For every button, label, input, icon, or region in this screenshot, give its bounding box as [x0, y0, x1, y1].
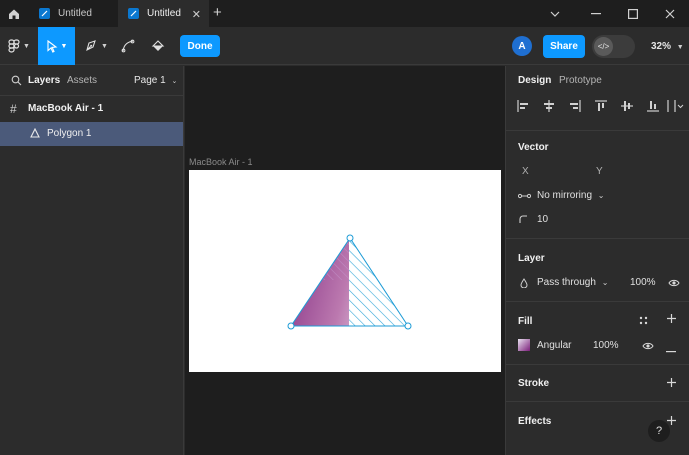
- tab-layers[interactable]: Layers: [28, 75, 60, 86]
- code-icon: </>: [594, 37, 613, 56]
- close-icon[interactable]: ✕: [192, 8, 201, 21]
- main-menu-button[interactable]: ▼: [4, 27, 34, 65]
- new-tab-plus-icon[interactable]: +: [213, 4, 222, 21]
- page-name: Page 1: [134, 75, 166, 86]
- pen-icon: [86, 40, 96, 52]
- section-divider: [506, 130, 689, 131]
- distribute-icon[interactable]: [666, 99, 684, 113]
- align-vertical-center-icon[interactable]: [620, 99, 634, 113]
- search-icon[interactable]: [11, 75, 22, 89]
- alignment-toolbar: [514, 99, 684, 119]
- file-tab-1[interactable]: Untitled: [29, 0, 116, 27]
- polygon-layer-name: Polygon 1: [47, 128, 92, 139]
- layer-section-title: Layer: [518, 253, 545, 264]
- title-bar: Untitled Untitled ✕ +: [0, 0, 689, 27]
- window-close-icon[interactable]: [655, 0, 685, 27]
- file-tab-label: Untitled: [147, 8, 181, 19]
- style-grid-icon[interactable]: [639, 316, 648, 328]
- align-top-icon[interactable]: [594, 99, 608, 113]
- eye-icon[interactable]: [668, 279, 680, 290]
- file-tab-label: Untitled: [58, 8, 92, 19]
- layer-opacity-input[interactable]: 100%: [630, 277, 656, 288]
- tab-assets[interactable]: Assets: [67, 75, 97, 86]
- fill-swatch[interactable]: [518, 339, 530, 354]
- fill-opacity-input[interactable]: 100%: [593, 340, 619, 351]
- bend-tool-icon: [121, 39, 135, 53]
- layers-panel: Layers Assets Page 1 ⌄ # MacBook Air - 1…: [0, 66, 184, 455]
- blend-mode-icon: [520, 278, 528, 291]
- zoom-menu[interactable]: 32% ▼: [651, 41, 684, 52]
- file-tab-2[interactable]: Untitled ✕: [118, 0, 209, 27]
- polygon-shape[interactable]: [189, 170, 501, 372]
- share-button[interactable]: Share: [543, 35, 585, 58]
- pen-tool-button[interactable]: ▼: [80, 27, 112, 65]
- y-field-label[interactable]: Y: [596, 166, 603, 177]
- chevron-down-icon: ⌄: [597, 191, 605, 200]
- chevron-down-icon[interactable]: [540, 0, 570, 27]
- section-divider: [506, 364, 689, 365]
- mirroring-value: No mirroring: [537, 190, 593, 201]
- frame-icon: #: [10, 102, 17, 116]
- zoom-level: 32%: [651, 41, 672, 52]
- vector-section-title: Vector: [518, 142, 549, 153]
- design-panel: Design Prototype Vector X Y No mirroring…: [505, 66, 689, 455]
- chevron-down-icon: ▼: [101, 42, 108, 50]
- tab-prototype[interactable]: Prototype: [559, 75, 602, 86]
- polygon-icon: [30, 127, 40, 141]
- layers-panel-tabs: Layers Assets Page 1 ⌄: [0, 66, 183, 96]
- paint-bucket-button[interactable]: [146, 27, 170, 65]
- align-left-icon[interactable]: [516, 99, 530, 113]
- blend-mode-value: Pass through: [537, 277, 596, 288]
- align-right-icon[interactable]: [568, 99, 582, 113]
- tab-design[interactable]: Design: [518, 75, 551, 86]
- x-field-label[interactable]: X: [522, 166, 529, 177]
- add-fill-plus-icon[interactable]: [666, 313, 677, 327]
- section-divider: [506, 401, 689, 402]
- chevron-down-icon: ⌄: [171, 78, 178, 85]
- align-bottom-icon[interactable]: [646, 99, 660, 113]
- frame-label[interactable]: MacBook Air - 1: [189, 157, 253, 167]
- eye-icon[interactable]: [642, 342, 654, 353]
- figma-file-icon: [128, 8, 139, 19]
- layer-row-polygon[interactable]: Polygon 1: [0, 122, 183, 146]
- page-selector[interactable]: Page 1 ⌄: [134, 75, 177, 86]
- section-divider: [506, 238, 689, 239]
- mirroring-icon: [517, 191, 532, 202]
- bend-tool-button[interactable]: [116, 27, 140, 65]
- chevron-down-icon: ▼: [60, 42, 68, 50]
- effects-section-title: Effects: [518, 416, 552, 427]
- artboard-frame[interactable]: [189, 170, 501, 372]
- corner-radius-icon: [519, 215, 528, 227]
- cursor-icon: [46, 39, 57, 53]
- fill-type[interactable]: Angular: [537, 340, 571, 351]
- layer-row-frame[interactable]: # MacBook Air - 1: [0, 98, 183, 120]
- fill-section-title: Fill: [518, 316, 533, 327]
- align-horizontal-center-icon[interactable]: [542, 99, 556, 113]
- toolbar: ▼ ▼ ▼ Done A Share </> 32% ▼: [0, 27, 689, 65]
- blend-mode-select[interactable]: Pass through ⌄: [537, 277, 608, 288]
- home-icon[interactable]: [0, 0, 27, 27]
- help-button[interactable]: ?: [648, 420, 670, 442]
- avatar[interactable]: A: [512, 36, 532, 56]
- mirroring-select[interactable]: No mirroring ⌄: [537, 190, 605, 201]
- paint-bucket-icon: [151, 40, 165, 51]
- corner-radius-input[interactable]: 10: [537, 214, 548, 225]
- chevron-down-icon: ⌄: [601, 278, 609, 287]
- figma-logo-icon: [8, 39, 20, 53]
- done-button[interactable]: Done: [180, 35, 220, 57]
- chevron-down-icon: ▼: [23, 42, 30, 50]
- frame-layer-name: MacBook Air - 1: [28, 103, 104, 114]
- remove-fill-minus-icon[interactable]: [666, 345, 676, 356]
- stroke-section-title: Stroke: [518, 378, 550, 389]
- maximize-icon[interactable]: [618, 0, 648, 27]
- add-stroke-plus-icon[interactable]: [666, 377, 677, 391]
- minimize-icon[interactable]: [581, 0, 611, 27]
- section-divider: [506, 301, 689, 302]
- move-tool-button[interactable]: ▼: [38, 27, 75, 65]
- dev-mode-toggle[interactable]: </>: [592, 35, 635, 58]
- figma-file-icon: [39, 8, 50, 19]
- chevron-down-icon: ▼: [676, 44, 684, 51]
